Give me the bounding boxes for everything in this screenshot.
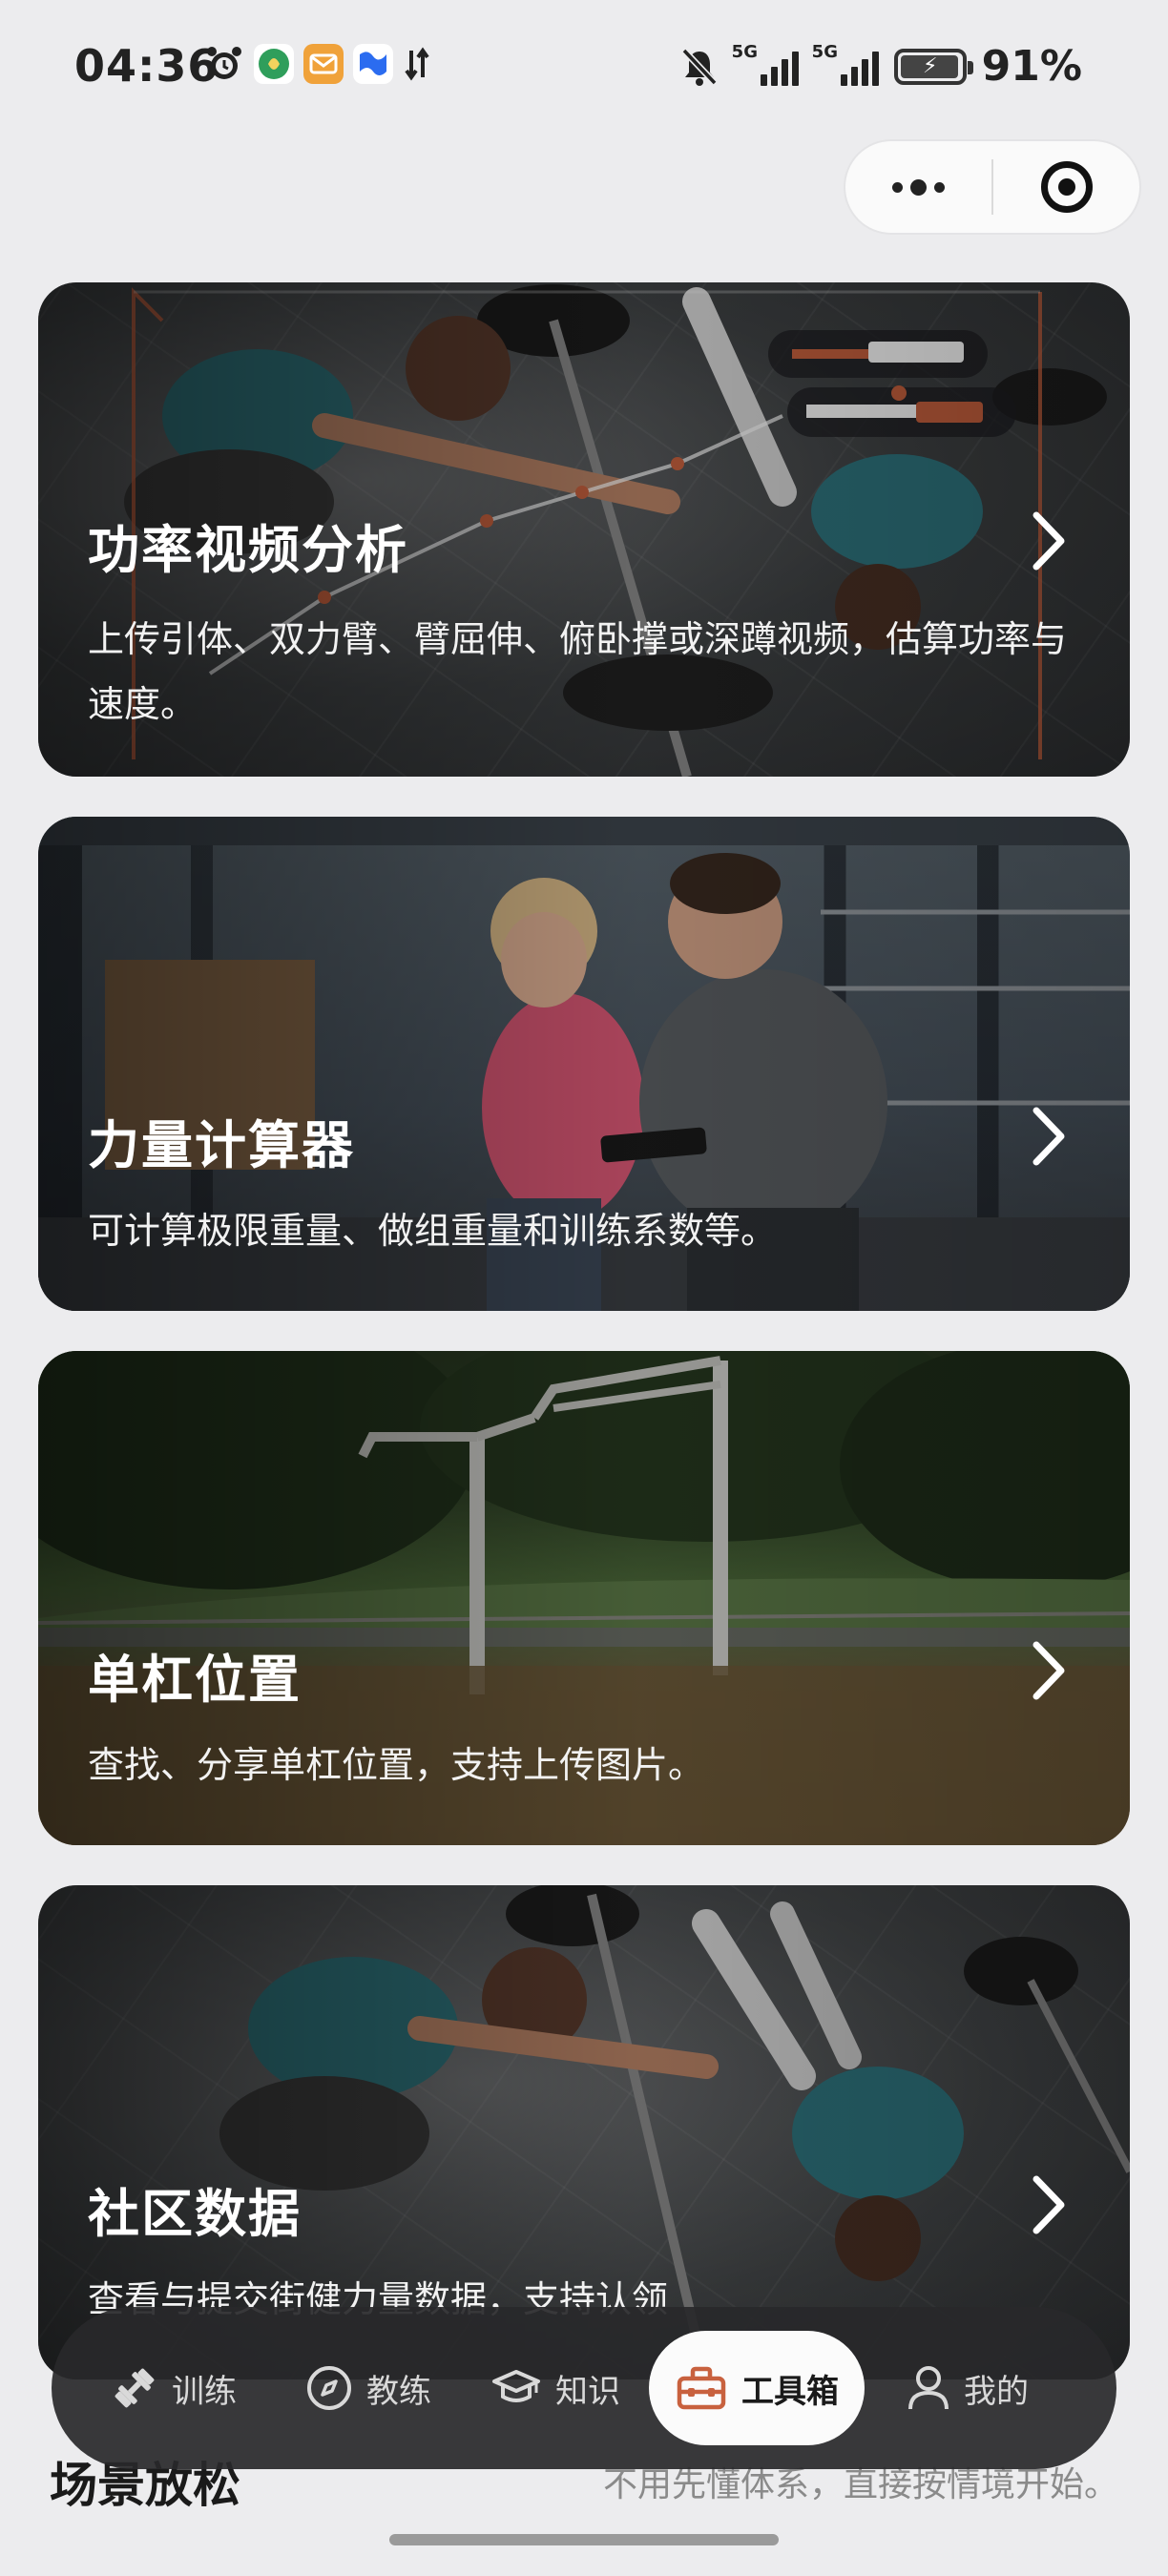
tab-coach[interactable]: 教练 <box>275 2331 462 2445</box>
app-notification-icon <box>254 44 294 84</box>
card-title: 社区数据 <box>88 2184 302 2244</box>
compass-icon <box>307 2366 351 2410</box>
more-button[interactable] <box>845 141 991 233</box>
tool-card-list: 功率视频分析 上传引体、双力臂、臂屈伸、俯卧撑或深蹲视频，估算功率与速度。 力量… <box>38 282 1130 2420</box>
status-time: 04:36 <box>74 40 219 92</box>
graduation-cap-icon <box>492 2370 540 2402</box>
card-strength-calculator[interactable]: 力量计算器 可计算极限重量、做组重量和训练系数等。 <box>38 817 1130 1311</box>
card-power-video-analysis[interactable]: 功率视频分析 上传引体、双力臂、臂屈伸、俯卧撑或深蹲视频，估算功率与速度。 <box>38 282 1130 777</box>
chevron-right-icon <box>1032 511 1065 571</box>
user-icon <box>908 2366 949 2410</box>
tab-label: 知识 <box>555 2372 620 2411</box>
card-title: 力量计算器 <box>88 1115 355 1175</box>
status-icons-right: 5G 5G ⚡ 91% <box>680 42 1082 91</box>
battery-percent: 91% <box>981 42 1082 91</box>
close-target-icon <box>1040 161 1093 213</box>
flag-icon <box>353 44 393 84</box>
tab-label: 工具箱 <box>741 2372 839 2411</box>
signal-icon: 5G <box>732 42 799 86</box>
more-dots-icon <box>892 178 945 196</box>
bottom-tab-bar: 训练 教练 知识 工具箱 我的 <box>52 2307 1116 2469</box>
card-description: 上传引体、双力臂、臂屈伸、俯卧撑或深蹲视频，估算功率与速度。 <box>88 618 1068 725</box>
card-title: 单杠位置 <box>88 1650 302 1710</box>
tab-label: 教练 <box>366 2372 431 2411</box>
card-community-data[interactable]: 社区数据 查看与提交街健力量数据，支持认领 <box>38 1885 1130 2379</box>
tab-label: 训练 <box>172 2372 237 2411</box>
status-icons-left <box>204 44 431 84</box>
tab-toolbox[interactable]: 工具箱 <box>649 2331 865 2445</box>
mail-icon <box>303 44 344 84</box>
card-pullup-bar-location[interactable]: 单杠位置 查找、分享单杠位置，支持上传图片。 <box>38 1351 1130 1845</box>
tab-training[interactable]: 训练 <box>73 2331 275 2445</box>
card-title: 功率视频分析 <box>88 520 408 580</box>
miniprogram-capsule <box>844 139 1141 235</box>
card-description: 查找、分享单杠位置，支持上传图片。 <box>88 1744 705 1786</box>
battery-charging-icon: ⚡ <box>893 48 973 85</box>
dumbbell-icon <box>115 2368 155 2408</box>
toolbox-icon <box>677 2366 726 2410</box>
close-button[interactable] <box>993 141 1139 233</box>
chevron-right-icon <box>1032 1641 1065 1700</box>
mute-icon <box>681 48 718 86</box>
data-transfer-icon <box>403 44 431 84</box>
chevron-right-icon <box>1032 2175 1065 2234</box>
card-description: 可计算极限重量、做组重量和训练系数等。 <box>88 1210 778 1252</box>
signal-icon: 5G <box>812 42 879 86</box>
tab-label: 我的 <box>964 2372 1029 2411</box>
status-bar: 04:36 5G 5G ⚡ 91% <box>0 0 1168 134</box>
tab-knowledge[interactable]: 知识 <box>462 2331 649 2445</box>
home-indicator[interactable] <box>389 2534 779 2545</box>
tab-profile[interactable]: 我的 <box>865 2331 1071 2445</box>
alarm-icon <box>204 44 244 84</box>
chevron-right-icon <box>1032 1107 1065 1166</box>
